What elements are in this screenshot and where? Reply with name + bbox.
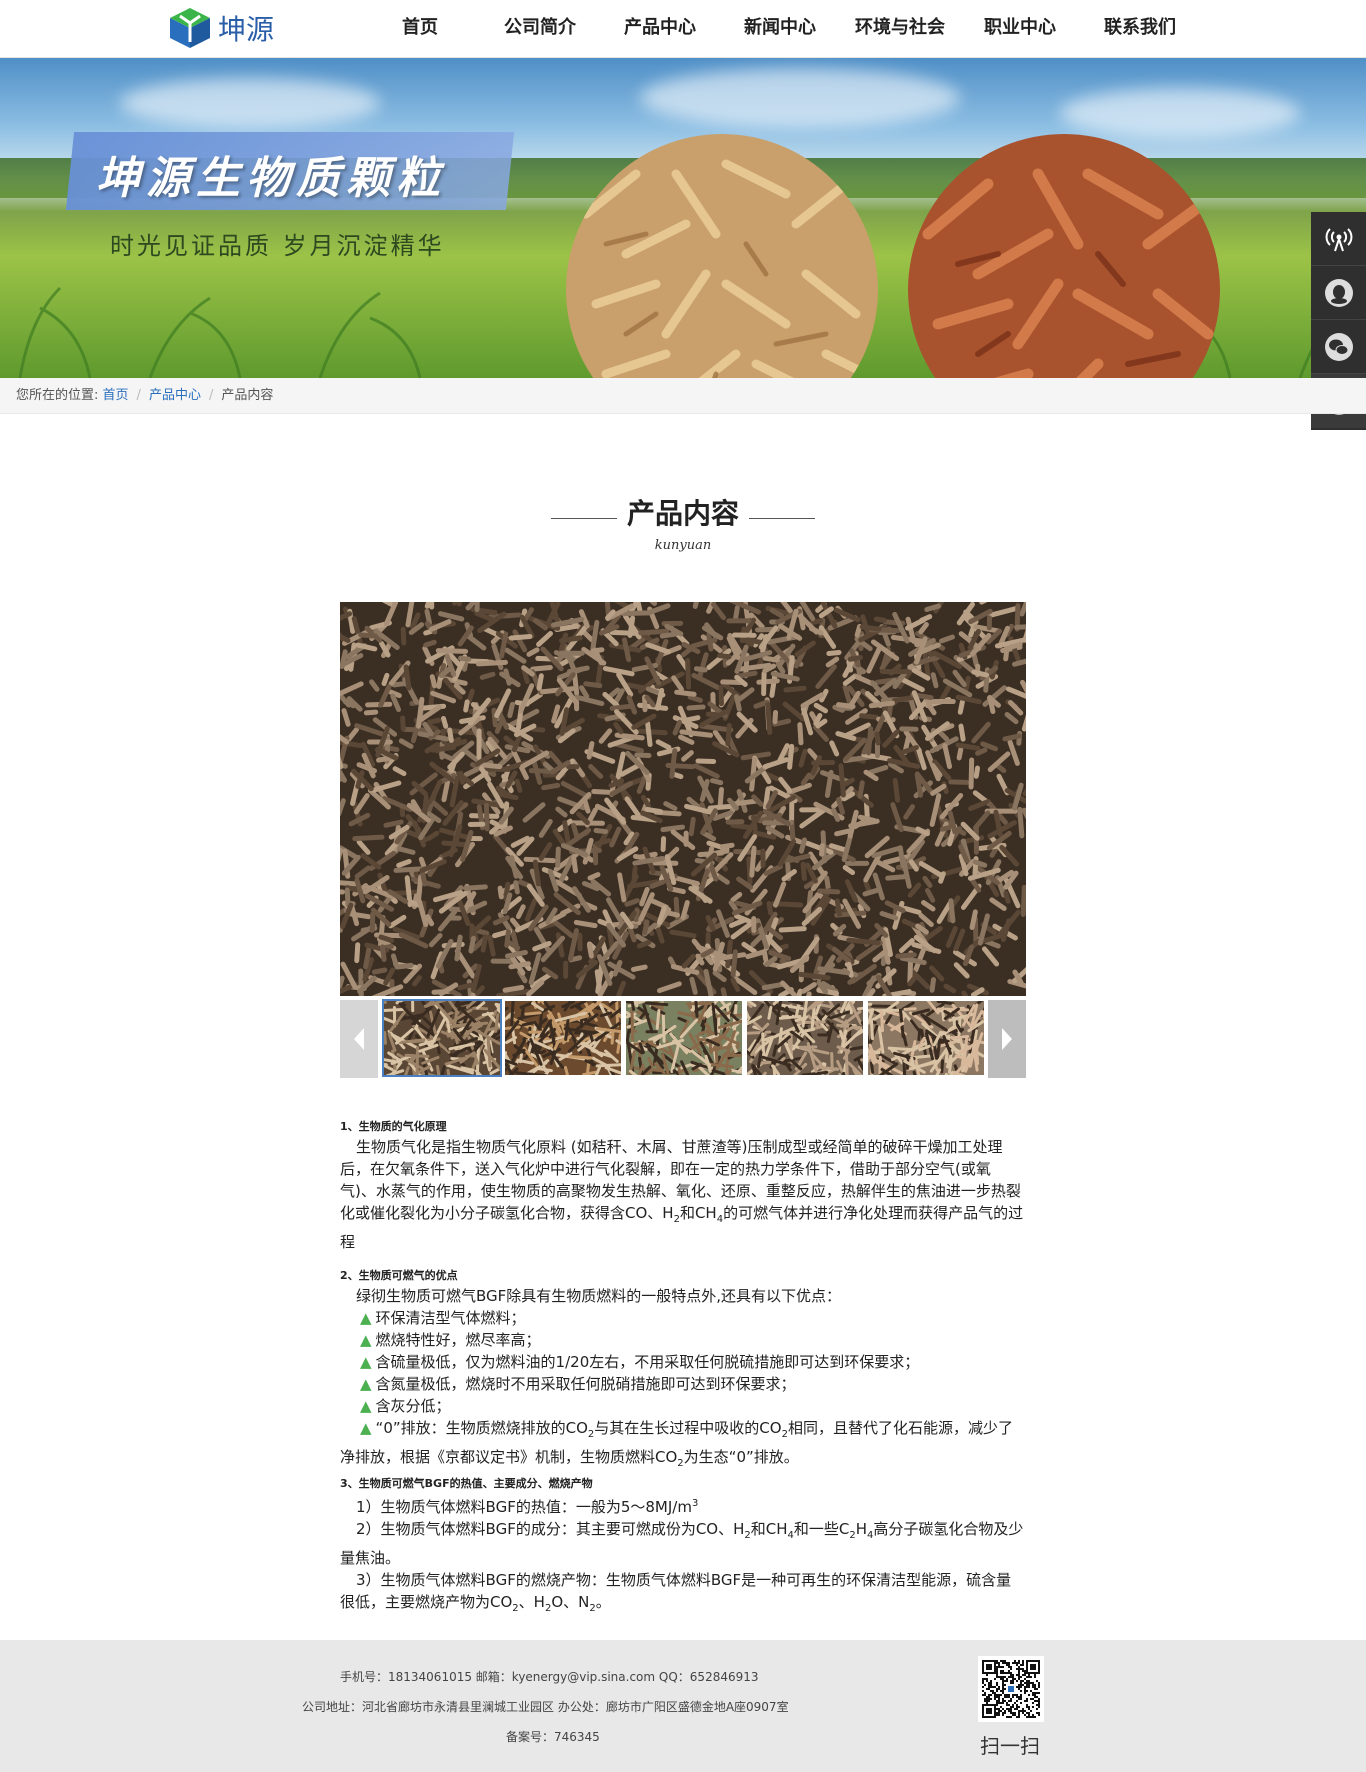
qr-label: 扫一扫 [980,1734,1040,1758]
nav-about[interactable]: 公司简介 [480,0,600,58]
nav-environment[interactable]: 环境与社会 [840,0,960,58]
footer-address-line: 公司地址：河北省廊坊市永清县里澜城工业园区 办公处：廊坊市广阳区盛德金地A座09… [302,1700,789,1714]
title-divider-left [550,518,617,519]
section-heading-1: 1、生物质的气化原理 [340,1120,447,1133]
page-title: 产品内容 [626,497,739,530]
text-run: 2）生物质气体燃料BGF的成分：其主要可燃成份为CO、H [356,1520,745,1538]
text-run: 、H [518,1593,545,1611]
triangle-bullet-icon: ▲ [360,1375,372,1393]
chevron-right-icon [1002,1028,1012,1050]
thumbnail-next-button[interactable] [988,1000,1026,1078]
paragraph-advantages-intro: 绿彻生物质可燃气BGF除具有生物质燃料的一般特点外,还具有以下优点： [356,1287,842,1305]
list-item: ▲ 环保清洁型气体燃料； [340,1307,1026,1329]
superscript: 3 [691,1498,699,1509]
breadcrumb-separator: / [208,388,214,403]
main-nav: 首页 公司简介 产品中心 新闻中心 环境与社会 职业中心 联系我们 [360,0,1200,58]
site-header: 坤源 首页 公司简介 产品中心 新闻中心 环境与社会 职业中心 联系我们 [0,0,1366,58]
title-divider-right [749,518,815,519]
paragraph-combustion-products: 3）生物质气体燃料BGF的燃烧产物：生物质气体燃料BGF是一种可再生的环保清洁型… [340,1569,1026,1620]
list-item-text: 燃烧特性好，燃尽率高； [375,1331,541,1349]
list-item: ▲ 燃烧特性好，燃尽率高； [340,1329,1026,1351]
triangle-bullet-icon: ▲ [360,1331,372,1349]
text-run: 和CH [679,1204,717,1222]
logo-cube-icon [168,6,212,50]
banner-cloud [640,68,960,128]
site-footer: 手机号：18134061015 邮箱：kyenergy@vip.sina.com… [0,1640,1366,1772]
text-run: H [855,1520,868,1538]
paragraph-gasification: 生物质气化是指生物质气化原料 (如秸秆、木屑、甘蔗渣等)压制成型或经简单的破碎干… [340,1136,1026,1253]
triangle-bullet-icon: ▲ [360,1397,372,1415]
thumbnail-3[interactable] [626,1001,742,1075]
triangle-bullet-icon: ▲ [360,1309,372,1327]
product-article: 1、生物质的气化原理 生物质气化是指生物质气化原料 (如秸秆、木屑、甘蔗渣等)压… [340,1118,1026,1620]
wechat-icon [1324,332,1353,361]
list-item-text: 含灰分低； [375,1397,451,1415]
section-heading: 产品内容 [0,492,1366,532]
chevron-left-icon [354,1028,364,1050]
thumbnail-carousel [340,999,1026,1078]
banner-cloud [120,78,380,128]
list-item: ▲ 含氮量极低，燃烧时不用采取任何脱硝措施即可达到环保要求； [340,1373,1026,1395]
triangle-bullet-icon: ▲ [360,1419,372,1437]
breadcrumb-bar: 您所在的位置: 首页 / 产品中心 / 产品内容 [0,378,1366,414]
thumbnail-2[interactable] [505,1001,621,1075]
qq-icon [1324,278,1353,307]
list-item: ▲ “0”排放：生物质燃烧排放的CO2与其在生长过程中吸收的CO2相同，且替代了化… [340,1417,1026,1475]
nav-products[interactable]: 产品中心 [600,0,720,58]
text-run: 1）生物质气体燃料BGF的热值：一般为5～8MJ/m [356,1498,692,1516]
side-wechat-button[interactable] [1311,320,1366,374]
page-subtitle: kunyuan [654,538,712,553]
nav-news[interactable]: 新闻中心 [720,0,840,58]
list-item: ▲ 含灰分低； [340,1395,1026,1417]
nav-home[interactable]: 首页 [360,0,480,58]
breadcrumb-products[interactable]: 产品中心 [149,388,201,403]
section-heading-2: 2、生物质可燃气的优点 [340,1269,458,1282]
banner-subtitle: 时光见证品质 岁月沉淀精华 [110,232,445,260]
logo-text: 坤源 [218,13,275,46]
text-run: O、N [551,1593,590,1611]
thumbnail-4[interactable] [747,1001,863,1075]
signal-icon [1325,227,1352,251]
list-item-text: 含硫量极低，仅为燃料油的1/20左右，不用采取任何脱硫措施即可达到环保要求； [375,1353,920,1371]
side-qq-button[interactable] [1311,266,1366,320]
banner-cloud [1060,88,1300,138]
product-main-image [340,602,1026,996]
footer-record-line: 备案号：746345 [506,1730,600,1744]
list-item: ▲ 含硫量极低，仅为燃料油的1/20左右，不用采取任何脱硫措施即可达到环保要求； [340,1351,1026,1373]
breadcrumb: 您所在的位置: 首页 / 产品中心 / 产品内容 [16,378,273,414]
breadcrumb-prefix: 您所在的位置: [16,388,99,403]
breadcrumb-home[interactable]: 首页 [103,388,129,403]
side-signal-button[interactable] [1311,212,1366,266]
hero-banner: 坤源生物质颗粒 时光见证品质 岁月沉淀精华 [0,58,1366,378]
paragraph-composition: 2）生物质气体燃料BGF的成分：其主要可燃成份为CO、H2和CH4和一些C2H4… [340,1518,1026,1569]
footer-contact-line: 手机号：18134061015 邮箱：kyenergy@vip.sina.com… [340,1670,759,1684]
text-run: 和一些C [793,1520,850,1538]
text-run: 为生态“0”排放。 [683,1448,799,1466]
paragraph-heat-value: 1）生物质气体燃料BGF的热值：一般为5～8MJ/m3 [340,1493,1026,1518]
list-item-text: 环保清洁型气体燃料； [375,1309,526,1327]
thumbnail-5[interactable] [868,1001,984,1075]
text-run: 和CH [750,1520,788,1538]
qr-code [978,1656,1044,1722]
text-run: “0”排放：生物质燃烧排放的CO [375,1419,588,1437]
site-logo[interactable]: 坤源 [168,6,274,50]
breadcrumb-separator: / [136,388,141,403]
text-run: 与其在生长过程中吸收的CO [594,1419,782,1437]
section-heading-3: 3、生物质可燃气BGF的热值、主要成分、燃烧产物 [340,1477,593,1490]
nav-careers[interactable]: 职业中心 [960,0,1080,58]
text-run: 3）生物质气体燃料BGF的燃烧产物：生物质气体燃料BGF是一种可再生的环保清洁型… [340,1571,1012,1611]
text-run: 。 [595,1593,611,1611]
qr-code-icon [982,1660,1040,1718]
nav-contact[interactable]: 联系我们 [1080,0,1200,58]
banner-title: 坤源生物质颗粒 [96,153,446,204]
breadcrumb-current: 产品内容 [221,388,274,403]
triangle-bullet-icon: ▲ [360,1353,372,1371]
thumbnail-prev-button[interactable] [340,1000,378,1078]
thumbnail-1[interactable] [382,999,502,1077]
list-item-text: 含氮量极低，燃烧时不用采取任何脱硝措施即可达到环保要求； [375,1375,796,1393]
